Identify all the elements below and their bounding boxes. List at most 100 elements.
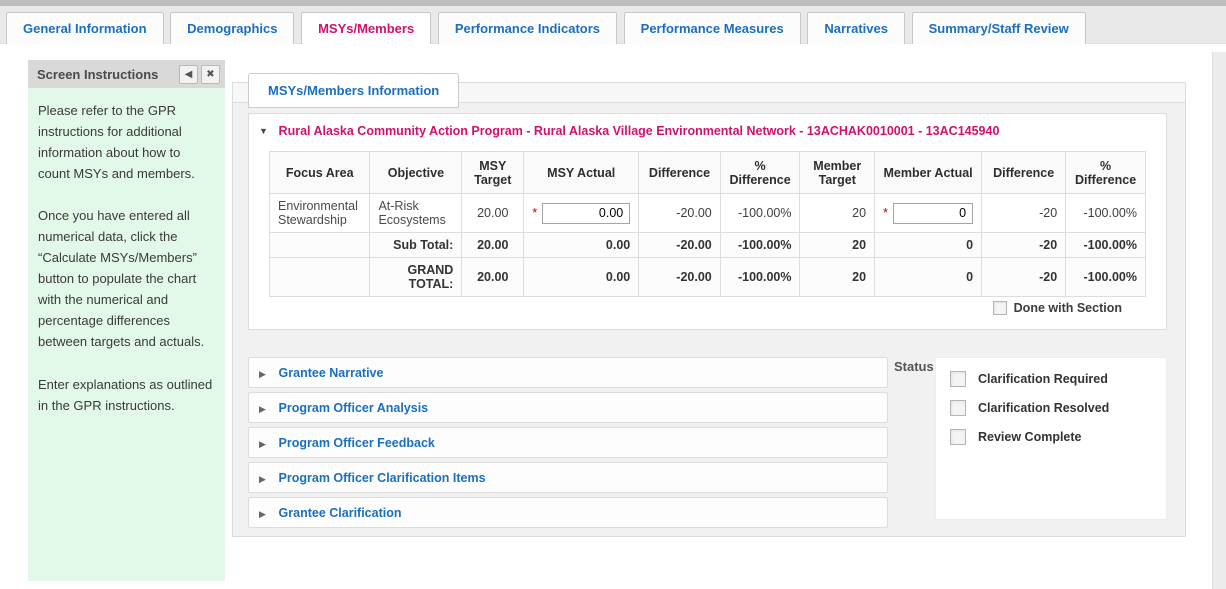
program-section: ▼ Rural Alaska Community Action Program …	[248, 113, 1167, 330]
grand-total-member-pct-difference: -100.00%	[1066, 258, 1146, 297]
clarification-resolved-checkbox[interactable]	[950, 400, 966, 416]
chevron-right-icon: ▶	[259, 509, 266, 519]
done-with-section-checkbox[interactable]	[993, 301, 1007, 315]
table-row: Environmental Stewardship At-Risk Ecosys…	[270, 194, 1146, 233]
accordion-program-officer-analysis[interactable]: ▶ Program Officer Analysis	[248, 392, 888, 423]
status-option-row: Clarification Resolved	[950, 400, 1152, 416]
msys-members-panel: MSYs/Members Information ▼ Rural Alaska …	[232, 82, 1186, 537]
program-section-title: Rural Alaska Community Action Program - …	[279, 124, 1000, 138]
empty-cell	[270, 233, 370, 258]
msys-members-information-tab[interactable]: MSYs/Members Information	[248, 73, 459, 108]
sub-total-msy-actual: 0.00	[524, 233, 639, 258]
vertical-scrollbar[interactable]	[1212, 52, 1226, 589]
col-pct-difference-2: % Difference	[1066, 152, 1146, 194]
status-label: Status	[894, 359, 935, 374]
msy-table-wrap: Focus Area Objective MSY Target MSY Actu…	[249, 143, 1166, 329]
focus-area-cell: Environmental Stewardship	[270, 194, 370, 233]
pct-difference-cell: -100.00%	[720, 194, 800, 233]
sub-total-msy-target: 20.00	[462, 233, 524, 258]
status-option-row: Review Complete	[950, 429, 1152, 445]
collapse-panel-button[interactable]: ◀	[179, 65, 198, 84]
lower-region: ▶ Grantee Narrative ▶ Program Officer An…	[248, 357, 1167, 532]
msy-members-table: Focus Area Objective MSY Target MSY Actu…	[269, 151, 1146, 297]
close-panel-button[interactable]: ✖	[201, 65, 220, 84]
grand-total-label: GRAND TOTAL:	[370, 258, 462, 297]
sub-total-member-difference: -20	[982, 233, 1066, 258]
chevron-right-icon: ▶	[259, 439, 266, 449]
main-tab-bar: General Information Demographics MSYs/Me…	[0, 6, 1226, 44]
screen-instructions-body: Please refer to the GPR instructions for…	[28, 88, 225, 581]
chevron-right-icon: ▶	[259, 404, 266, 414]
clarification-required-checkbox[interactable]	[950, 371, 966, 387]
accordion-program-officer-clarification-items[interactable]: ▶ Program Officer Clarification Items	[248, 462, 888, 493]
sub-total-member-target: 20	[800, 233, 875, 258]
required-asterisk: *	[883, 205, 888, 220]
difference-cell: -20.00	[639, 194, 720, 233]
tab-demographics[interactable]: Demographics	[170, 12, 294, 44]
tab-performance-indicators[interactable]: Performance Indicators	[438, 12, 617, 44]
grand-total-msy-actual: 0.00	[524, 258, 639, 297]
chevron-down-icon: ▼	[259, 126, 268, 136]
sub-total-row: Sub Total: 20.00 0.00 -20.00 -100.00% 20…	[270, 233, 1146, 258]
tab-general-information[interactable]: General Information	[6, 12, 164, 44]
objective-cell: At-Risk Ecosystems	[370, 194, 462, 233]
screen-instructions-title: Screen Instructions	[37, 67, 176, 82]
tab-performance-measures[interactable]: Performance Measures	[624, 12, 801, 44]
sub-total-member-pct-difference: -100.00%	[1066, 233, 1146, 258]
msy-actual-input[interactable]	[542, 203, 630, 224]
tab-narratives[interactable]: Narratives	[807, 12, 905, 44]
col-member-actual: Member Actual	[875, 152, 982, 194]
grand-total-difference: -20.00	[639, 258, 720, 297]
close-icon: ✖	[206, 69, 214, 80]
accordion-list: ▶ Grantee Narrative ▶ Program Officer An…	[248, 357, 888, 532]
grand-total-msy-target: 20.00	[462, 258, 524, 297]
col-difference: Difference	[639, 152, 720, 194]
sub-total-difference: -20.00	[639, 233, 720, 258]
msy-actual-cell: *	[524, 194, 639, 233]
accordion-grantee-clarification[interactable]: ▶ Grantee Clarification	[248, 497, 888, 528]
member-actual-cell: *	[875, 194, 982, 233]
collapse-arrow-icon: ◀	[185, 69, 193, 80]
chevron-right-icon: ▶	[259, 474, 266, 484]
accordion-program-officer-feedback[interactable]: ▶ Program Officer Feedback	[248, 427, 888, 458]
sub-total-member-actual: 0	[875, 233, 982, 258]
col-difference-2: Difference	[982, 152, 1066, 194]
instruction-paragraph: Please refer to the GPR instructions for…	[38, 100, 215, 184]
panel-tab-row: MSYs/Members Information	[233, 83, 1185, 103]
col-msy-target: MSY Target	[462, 152, 524, 194]
instruction-paragraph: Once you have entered all numerical data…	[38, 205, 215, 352]
instruction-paragraph: Enter explanations as outlined in the GP…	[38, 374, 215, 416]
done-with-section-row: Done with Section	[269, 297, 1146, 317]
panel-content: ▼ Rural Alaska Community Action Program …	[233, 103, 1185, 532]
table-header-row: Focus Area Objective MSY Target MSY Actu…	[270, 152, 1146, 194]
screen-instructions-panel: Screen Instructions ◀ ✖ Please refer to …	[28, 60, 225, 581]
sub-total-label: Sub Total:	[370, 233, 462, 258]
member-difference-cell: -20	[982, 194, 1066, 233]
col-objective: Objective	[370, 152, 462, 194]
program-section-header[interactable]: ▼ Rural Alaska Community Action Program …	[249, 114, 1166, 143]
chevron-right-icon: ▶	[259, 369, 266, 379]
status-box: Clarification Required Clarification Res…	[935, 357, 1167, 520]
tab-msys-members[interactable]: MSYs/Members	[301, 12, 431, 44]
member-actual-input[interactable]	[893, 203, 973, 224]
grand-total-member-target: 20	[800, 258, 875, 297]
member-target-cell: 20	[800, 194, 875, 233]
col-pct-difference: % Difference	[720, 152, 800, 194]
msy-target-cell: 20.00	[462, 194, 524, 233]
done-with-section-label: Done with Section	[1014, 301, 1122, 315]
grand-total-member-difference: -20	[982, 258, 1066, 297]
tab-summary-staff-review[interactable]: Summary/Staff Review	[912, 12, 1086, 44]
col-msy-actual: MSY Actual	[524, 152, 639, 194]
empty-cell	[270, 258, 370, 297]
col-member-target: Member Target	[800, 152, 875, 194]
col-focus-area: Focus Area	[270, 152, 370, 194]
grand-total-member-actual: 0	[875, 258, 982, 297]
grand-total-pct-difference: -100.00%	[720, 258, 800, 297]
required-asterisk: *	[532, 205, 537, 220]
accordion-grantee-narrative[interactable]: ▶ Grantee Narrative	[248, 357, 888, 388]
review-complete-checkbox[interactable]	[950, 429, 966, 445]
screen-instructions-header: Screen Instructions ◀ ✖	[28, 60, 225, 88]
member-pct-difference-cell: -100.00%	[1066, 194, 1146, 233]
content-region: Screen Instructions ◀ ✖ Please refer to …	[28, 60, 1210, 581]
sub-total-pct-difference: -100.00%	[720, 233, 800, 258]
